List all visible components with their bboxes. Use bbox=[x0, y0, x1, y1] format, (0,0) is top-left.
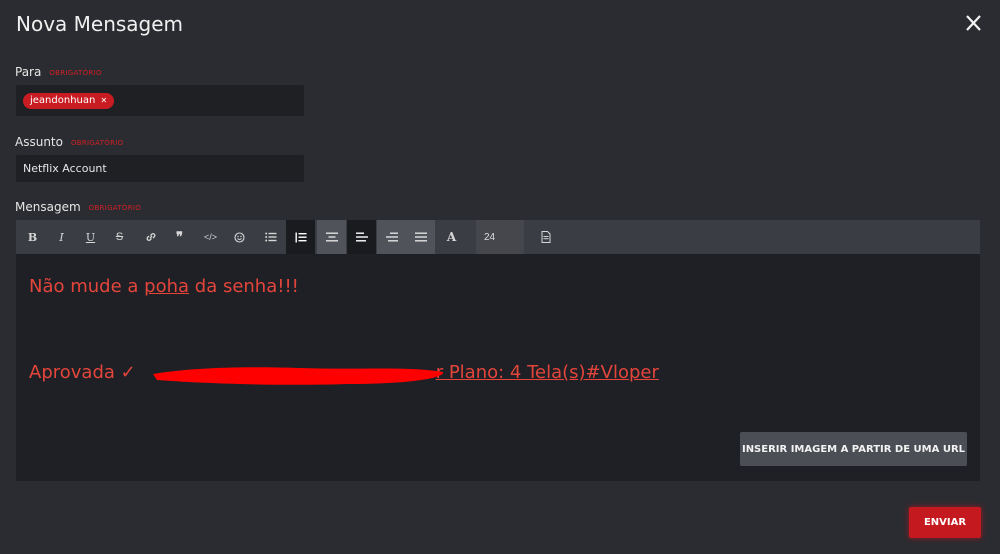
code-button[interactable]: </> bbox=[196, 220, 225, 254]
align-justify-button[interactable] bbox=[406, 220, 435, 254]
insert-image-url-button[interactable]: INSERIR IMAGEM A PARTIR DE UMA URL bbox=[740, 432, 967, 466]
emoji-button[interactable] bbox=[225, 220, 254, 254]
to-label-text: Para bbox=[15, 65, 42, 79]
to-label: Para OBRIGATÓRIO bbox=[15, 65, 102, 79]
line1-post: da senha!!! bbox=[189, 276, 299, 297]
bold-label: B bbox=[27, 230, 38, 244]
message-required-badge: OBRIGATÓRIO bbox=[88, 203, 142, 212]
subject-value: Netflix Account bbox=[23, 162, 107, 175]
underline-label: U bbox=[85, 230, 96, 244]
align-left-button[interactable] bbox=[347, 220, 376, 254]
redaction-scribble bbox=[153, 367, 444, 385]
italic-label: I bbox=[59, 230, 64, 244]
emoji-icon bbox=[234, 231, 245, 243]
link-button[interactable] bbox=[136, 220, 165, 254]
subject-label: Assunto OBRIGATÓRIO bbox=[15, 135, 123, 149]
line2-end: r Plano: 4 Tela(s)#Vloper bbox=[435, 362, 659, 383]
bullet-list-icon bbox=[264, 232, 276, 242]
strike-label: S bbox=[115, 231, 124, 243]
to-field[interactable]: jeandonhuan ✕ bbox=[16, 85, 304, 116]
font-button[interactable]: A bbox=[437, 220, 466, 254]
bullet-list-button[interactable] bbox=[256, 220, 285, 254]
dialog-title: Nova Mensagem bbox=[16, 12, 184, 36]
remove-recipient-icon[interactable]: ✕ bbox=[101, 96, 108, 105]
font-icon: A bbox=[446, 230, 457, 244]
source-button[interactable] bbox=[531, 220, 560, 254]
numbered-list-button[interactable] bbox=[286, 220, 315, 254]
send-button[interactable]: ENVIAR bbox=[909, 507, 981, 538]
close-icon[interactable] bbox=[963, 10, 985, 34]
link-icon bbox=[146, 233, 155, 241]
italic-button[interactable]: I bbox=[47, 220, 76, 254]
message-editor: B I U S ❞ </> A 24 Não mude a poha da se… bbox=[16, 220, 980, 481]
quote-button[interactable]: ❞ bbox=[165, 220, 194, 254]
quote-icon: ❞ bbox=[176, 229, 183, 244]
recipient-chip[interactable]: jeandonhuan ✕ bbox=[23, 93, 115, 109]
align-center-button[interactable] bbox=[317, 220, 346, 254]
font-size-value: 24 bbox=[484, 231, 496, 243]
document-icon bbox=[541, 231, 550, 243]
align-left-icon bbox=[355, 232, 368, 242]
align-right-button[interactable] bbox=[377, 220, 406, 254]
font-size-select[interactable]: 24 bbox=[476, 220, 524, 254]
line2-start: Aprovada ✓ bbox=[29, 362, 136, 383]
editor-toolbar: B I U S ❞ </> A 24 bbox=[16, 220, 980, 254]
bold-button[interactable]: B bbox=[18, 220, 47, 254]
line1-pre: Não mude a bbox=[29, 276, 145, 297]
align-justify-icon bbox=[414, 232, 427, 242]
subject-field[interactable]: Netflix Account bbox=[16, 155, 304, 182]
to-required-badge: OBRIGATÓRIO bbox=[49, 68, 102, 77]
new-message-dialog: Nova Mensagem Para OBRIGATÓRIO jeandonhua… bbox=[0, 0, 1000, 554]
align-center-icon bbox=[325, 232, 338, 242]
underline-button[interactable]: U bbox=[76, 220, 105, 254]
message-line-1: Não mude a poha da senha!!! bbox=[29, 276, 299, 297]
recipient-name: jeandonhuan bbox=[30, 95, 96, 106]
align-right-icon bbox=[385, 232, 398, 242]
subject-required-badge: OBRIGATÓRIO bbox=[70, 138, 124, 147]
strikethrough-button[interactable]: S bbox=[105, 220, 134, 254]
message-body[interactable]: Não mude a poha da senha!!! Aprovada ✓ r … bbox=[16, 254, 980, 481]
message-label: Mensagem OBRIGATÓRIO bbox=[15, 200, 141, 214]
code-icon: </> bbox=[203, 232, 217, 242]
numbered-list-icon bbox=[295, 232, 306, 242]
message-label-text: Mensagem bbox=[15, 200, 81, 214]
subject-label-text: Assunto bbox=[15, 135, 63, 149]
line1-underlined: poha bbox=[144, 276, 190, 297]
